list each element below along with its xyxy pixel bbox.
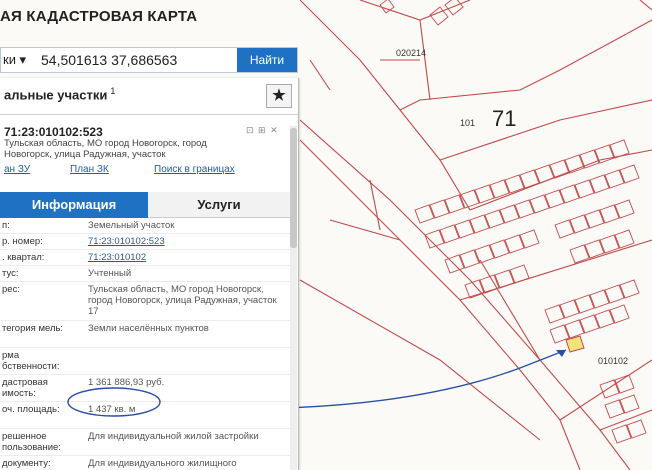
tab-information[interactable]: Информация xyxy=(0,192,148,218)
divider xyxy=(0,374,290,375)
parcel-address: Тульская область, МО город Новогорск, го… xyxy=(4,138,207,160)
panel-header: альные участки 1 ★ xyxy=(0,78,298,108)
divider xyxy=(0,320,290,321)
parcel-tools-icons[interactable]: ⊡ ⊞ ✕ xyxy=(246,125,279,136)
parcel-info-panel: альные участки 1 ★ 71:23:010102:523 ⊡ ⊞ ✕… xyxy=(0,78,299,470)
panel-title: альные участки 1 xyxy=(4,86,115,102)
row-label: тегория мель: xyxy=(2,323,64,334)
row-label: решенное пользование: xyxy=(2,431,61,453)
map-block-number-label: 71 xyxy=(492,106,517,131)
search-button[interactable]: Найти xyxy=(237,48,297,72)
row-value: Земли населённых пунктов xyxy=(88,323,209,334)
row-value: Тульская область, МО город Новогорск, го… xyxy=(88,284,277,317)
map-parcel-label: 101 xyxy=(460,118,476,128)
divider xyxy=(0,233,290,234)
app-title: АЯ КАДАСТРОВАЯ КАРТА xyxy=(0,8,198,25)
divider xyxy=(0,114,298,115)
row-label: п: xyxy=(2,220,10,231)
row-label: . квартал: xyxy=(2,252,45,263)
parcel-number: 71:23:010102:523 xyxy=(4,125,103,139)
divider xyxy=(0,265,290,266)
plan-zk-link[interactable]: План ЗК xyxy=(70,164,109,175)
search-type-dropdown[interactable]: ки ▾ xyxy=(1,48,35,72)
map-parcel-label: 020214 xyxy=(396,48,427,58)
area-highlight-circle xyxy=(67,387,161,417)
row-label: документу: xyxy=(2,458,51,469)
row-value: Земельный участок xyxy=(88,220,175,231)
divider xyxy=(0,455,290,456)
search-input[interactable] xyxy=(35,50,239,70)
cadastral-quarter-link[interactable]: 71:23:010102 xyxy=(88,252,288,263)
row-value: Учтенный xyxy=(88,268,132,279)
row-label: оч. площадь: xyxy=(2,404,60,415)
row-label: дастровая имость: xyxy=(2,377,48,399)
row-value: Для индивидуального жилищного строительс… xyxy=(88,458,237,470)
row-label: тус: xyxy=(2,268,19,279)
divider xyxy=(0,347,290,348)
divider xyxy=(0,281,290,282)
cadastral-number-link[interactable]: 71:23:010102:523 xyxy=(88,236,288,247)
tab-services[interactable]: Услуги xyxy=(148,192,290,218)
panel-scrollbar-thumb[interactable] xyxy=(290,128,297,248)
star-icon: ★ xyxy=(272,87,286,104)
search-bar: ки ▾ Найти xyxy=(0,47,298,73)
search-in-bounds-link[interactable]: Поиск в границах xyxy=(154,164,235,175)
divider xyxy=(0,249,290,250)
row-label: р. номер: xyxy=(2,236,43,247)
row-label: рма бственности: xyxy=(2,350,60,372)
panel-title-text: альные участки xyxy=(4,87,108,103)
plan-zu-link[interactable]: ан ЗУ xyxy=(4,164,30,175)
panel-title-count: 1 xyxy=(110,86,116,96)
parcel-links: ан ЗУ План ЗК Поиск в границах xyxy=(4,164,294,186)
panel-tabs: Информация Услуги xyxy=(0,192,290,218)
favorite-star-button[interactable]: ★ xyxy=(266,84,292,108)
row-label: рес: xyxy=(2,284,20,295)
divider xyxy=(0,428,290,429)
row-value: Для индивидуальной жилой застройки xyxy=(88,431,259,442)
map-parcel-label: 010102 xyxy=(598,356,629,366)
